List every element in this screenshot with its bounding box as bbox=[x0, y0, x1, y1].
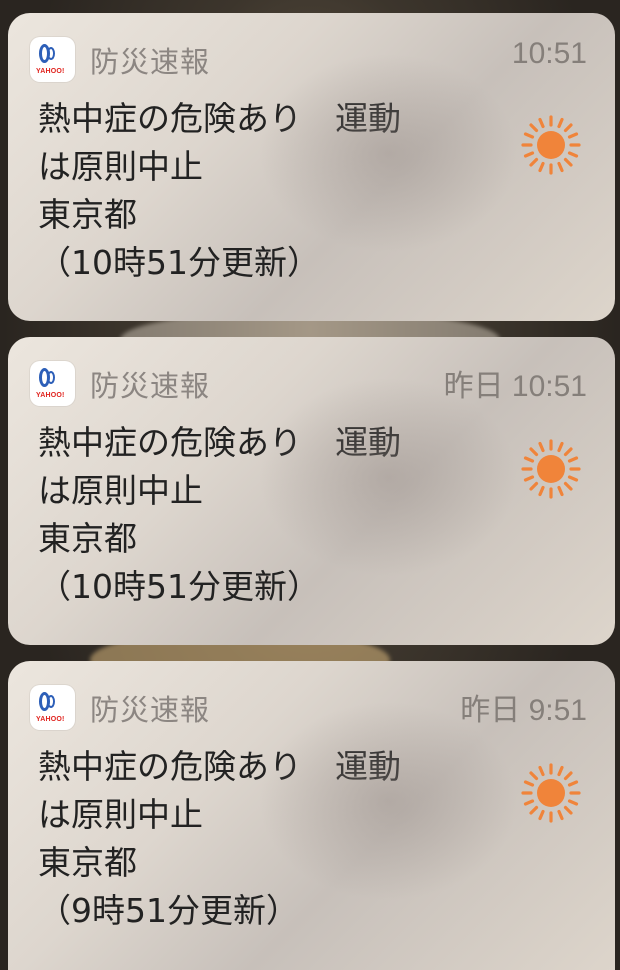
body-line: は原則中止 bbox=[38, 147, 203, 186]
notification-body: 熱中症の危険あり 運動 は原則中止 東京都 （10時51分更新） bbox=[38, 95, 478, 287]
body-line: （10時51分更新） bbox=[38, 243, 320, 282]
notification-card[interactable]: YAHOO! 防災速報 10:51 熱中症の危険あり 運動 は原則中止 東京都 … bbox=[8, 13, 615, 321]
body-line: 東京都 bbox=[38, 195, 137, 234]
sun-icon bbox=[521, 439, 581, 499]
body-line: 熱中症の危険あり 運動 bbox=[38, 99, 401, 138]
notification-card[interactable]: YAHOO! 防災速報 昨日 9:51 熱中症の危険あり 運動 は原則中止 東京… bbox=[8, 661, 615, 970]
body-line: 東京都 bbox=[38, 843, 137, 882]
body-line: は原則中止 bbox=[38, 471, 203, 510]
notification-time: 昨日 9:51 bbox=[460, 694, 587, 727]
notification-body: 熱中症の危険あり 運動 は原則中止 東京都 （10時51分更新） bbox=[38, 419, 478, 611]
body-line: は原則中止 bbox=[38, 795, 203, 834]
sun-icon bbox=[521, 763, 581, 823]
body-line: （10時51分更新） bbox=[38, 567, 320, 606]
body-line: 東京都 bbox=[38, 519, 137, 558]
app-name: 防災速報 bbox=[90, 45, 211, 79]
app-name: 防災速報 bbox=[90, 693, 211, 727]
notification-time: 昨日 10:51 bbox=[443, 370, 587, 403]
notification-body: 熱中症の危険あり 運動 は原則中止 東京都 （9時51分更新） bbox=[38, 743, 478, 935]
notification-card[interactable]: YAHOO! 防災速報 昨日 10:51 熱中症の危険あり 運動 は原則中止 東… bbox=[8, 337, 615, 645]
yahoo-bousai-icon: YAHOO! bbox=[30, 37, 75, 82]
yahoo-bousai-icon: YAHOO! bbox=[30, 685, 75, 730]
body-line: 熱中症の危険あり 運動 bbox=[38, 423, 401, 462]
yahoo-bousai-icon: YAHOO! bbox=[30, 361, 75, 406]
notification-time: 10:51 bbox=[511, 37, 587, 70]
body-line: 熱中症の危険あり 運動 bbox=[38, 747, 401, 786]
body-line: （9時51分更新） bbox=[38, 891, 299, 930]
sun-icon bbox=[521, 115, 581, 175]
app-name: 防災速報 bbox=[90, 369, 211, 403]
